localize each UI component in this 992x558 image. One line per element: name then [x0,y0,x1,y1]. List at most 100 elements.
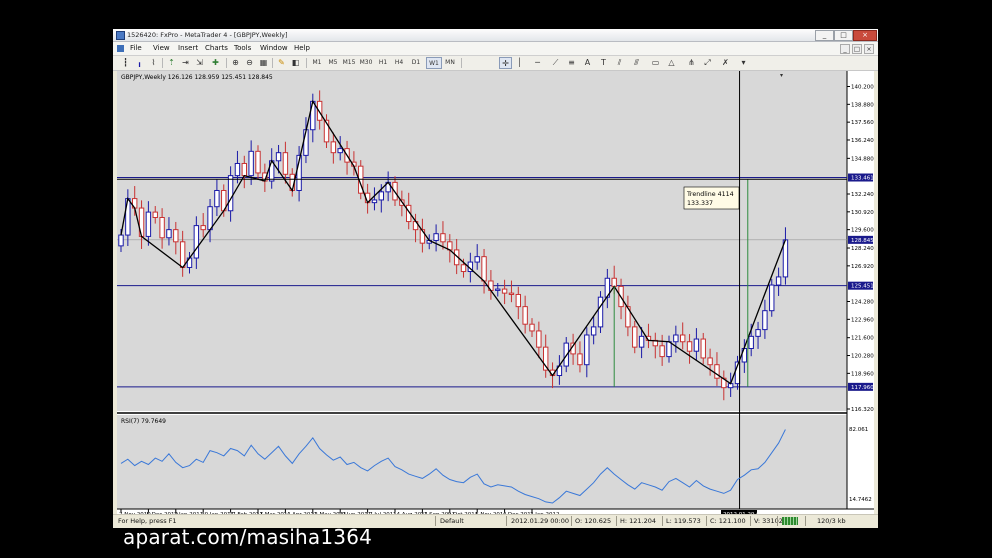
status-close: C: 121.100 [710,517,746,525]
trendline-icon[interactable]: ⟋ [550,57,561,68]
menu-window[interactable]: Window [260,42,288,55]
candle-body [241,162,247,177]
candle-body [474,256,480,263]
gann-icon[interactable]: ⫻ [631,57,642,68]
close-button[interactable]: × [853,30,877,41]
candle [597,291,604,333]
tile-windows-icon[interactable]: ▦ [258,57,269,68]
timeframe-d1[interactable]: D1 [409,57,423,68]
indicators-icon[interactable]: ✚ [210,57,221,68]
chart-window-icon [117,45,124,52]
price-label: 129.600 [851,228,874,234]
text-icon[interactable]: A [582,57,593,68]
candle-body [152,211,158,219]
candle-body [433,233,439,241]
pitchfork-icon[interactable]: ⋔ [686,57,697,68]
timeframe-m15[interactable]: M15 [342,57,356,68]
candle-body [460,264,467,273]
gbpjpy-weekly-chart[interactable]: 140.200 138.880 137.560 136.240 134.880 133.4… [117,71,874,518]
status-traffic: 120/3 kb [817,517,846,525]
price-label: 137.560 [851,120,874,126]
price-label: 136.240 [851,138,874,144]
candle-body [748,335,754,349]
zoom-out-icon[interactable]: ⊖ [244,57,255,68]
menu-help[interactable]: Help [294,42,310,55]
triangle-icon[interactable]: △ [666,57,677,68]
candle-body [282,152,289,175]
fibonacci-icon[interactable]: ⫽ [614,57,625,68]
rectangle-icon[interactable]: ▭ [650,57,661,68]
candle-body [515,293,522,308]
rsi-level-lower: 14.7462 [849,497,872,503]
candle-body [371,199,378,204]
price-label: 140.200 [851,85,874,91]
candle-body [693,338,700,352]
chart-shift-icon[interactable]: ⇥ [180,57,191,68]
zoom-in-icon[interactable]: ⊕ [230,57,241,68]
candle-body [680,334,686,343]
connection-status-icon[interactable] [782,517,798,525]
mdi-minimize-button[interactable]: _ [840,44,850,54]
price-label: 134.880 [851,156,874,162]
timeframe-m5[interactable]: M5 [326,57,340,68]
horizontal-line-icon[interactable]: ─ [532,57,543,68]
mdi-restore-button[interactable]: □ [852,44,862,54]
templates-icon[interactable]: ✎ [276,57,287,68]
price-label: 128.845 [851,238,874,244]
maximize-button[interactable]: □ [834,30,853,41]
chart-area[interactable]: 140.200 138.880 137.560 136.240 134.880 133.4… [117,71,874,518]
line-chart-icon[interactable]: ⌇ [148,57,159,68]
candlestick-icon[interactable]: ╻ [134,57,145,68]
menu-insert[interactable]: Insert [178,42,198,55]
timeframe-m1[interactable]: M1 [310,57,324,68]
price-label: 124.280 [851,300,874,306]
menu-charts[interactable]: Charts [205,42,228,55]
crosshair-icon[interactable]: ✛ [499,57,512,69]
price-label: 117.960 [851,385,874,391]
candle-body [207,206,213,231]
candle-body [632,326,638,348]
zoom-in-chart-icon[interactable]: ⇡ [166,57,177,68]
price-label: 132.240 [851,192,874,198]
menu-tools[interactable]: Tools [234,42,251,55]
minimize-button[interactable]: _ [815,30,834,41]
price-label: 121.600 [851,336,874,342]
timeframe-h1[interactable]: H1 [376,57,390,68]
text-label-icon[interactable]: T [598,57,609,68]
menu-view[interactable]: View [153,42,170,55]
candle-body [179,241,186,268]
periods-icon[interactable]: ◧ [290,57,301,68]
menu-file[interactable]: File [130,42,142,55]
candle-body [200,225,206,231]
price-label: 122.960 [851,317,874,323]
candle-body [762,310,768,331]
timeframe-m30[interactable]: M30 [359,57,373,68]
arrows-icon[interactable]: ⤢ [702,57,713,68]
toolbar: ┇ ╻ ⌇ ⇡ ⇥ ⇲ ✚ ⊕ ⊖ ▦ ✎ ◧ M1 M5 M15 M30 H1… [113,56,878,71]
timeframe-w1[interactable]: W1 [426,57,442,69]
symbol-header: GBPJPY,Weekly 126.126 128.959 125.451 12… [121,74,273,81]
auto-scroll-icon[interactable]: ⇲ [194,57,205,68]
candle-body [775,276,782,286]
metatrader-app-icon [116,31,125,40]
equidistant-channel-icon[interactable]: ≡ [566,57,577,68]
bar-chart-icon[interactable]: ┇ [120,57,131,68]
status-profile[interactable]: Default [440,515,464,527]
title-bar[interactable]: 1526420: FxPro - MetaTrader 4 - [GBPJPY,… [113,29,878,42]
metatrader-window: 1526420: FxPro - MetaTrader 4 - [GBPJPY,… [113,29,878,528]
timeframe-mn[interactable]: MN [443,57,457,68]
chart-shift-marker[interactable]: ▾ [780,72,783,79]
vertical-line-icon[interactable]: │ [514,57,525,68]
candle-body [337,148,343,154]
candle-body [584,334,590,366]
window-title: 1526420: FxPro - MetaTrader 4 - [GBPJPY,… [127,31,288,39]
price-label: 128.240 [851,246,874,252]
candle-body [638,335,645,348]
timeframe-h4[interactable]: H4 [392,57,406,68]
candle-body [234,162,241,177]
candle-body [255,150,261,174]
delete-objects-icon[interactable]: ✗ [720,57,731,68]
candle-body [673,334,679,343]
more-tools-dropdown-icon[interactable]: ▾ [738,57,749,68]
mdi-close-button[interactable]: × [864,44,874,54]
